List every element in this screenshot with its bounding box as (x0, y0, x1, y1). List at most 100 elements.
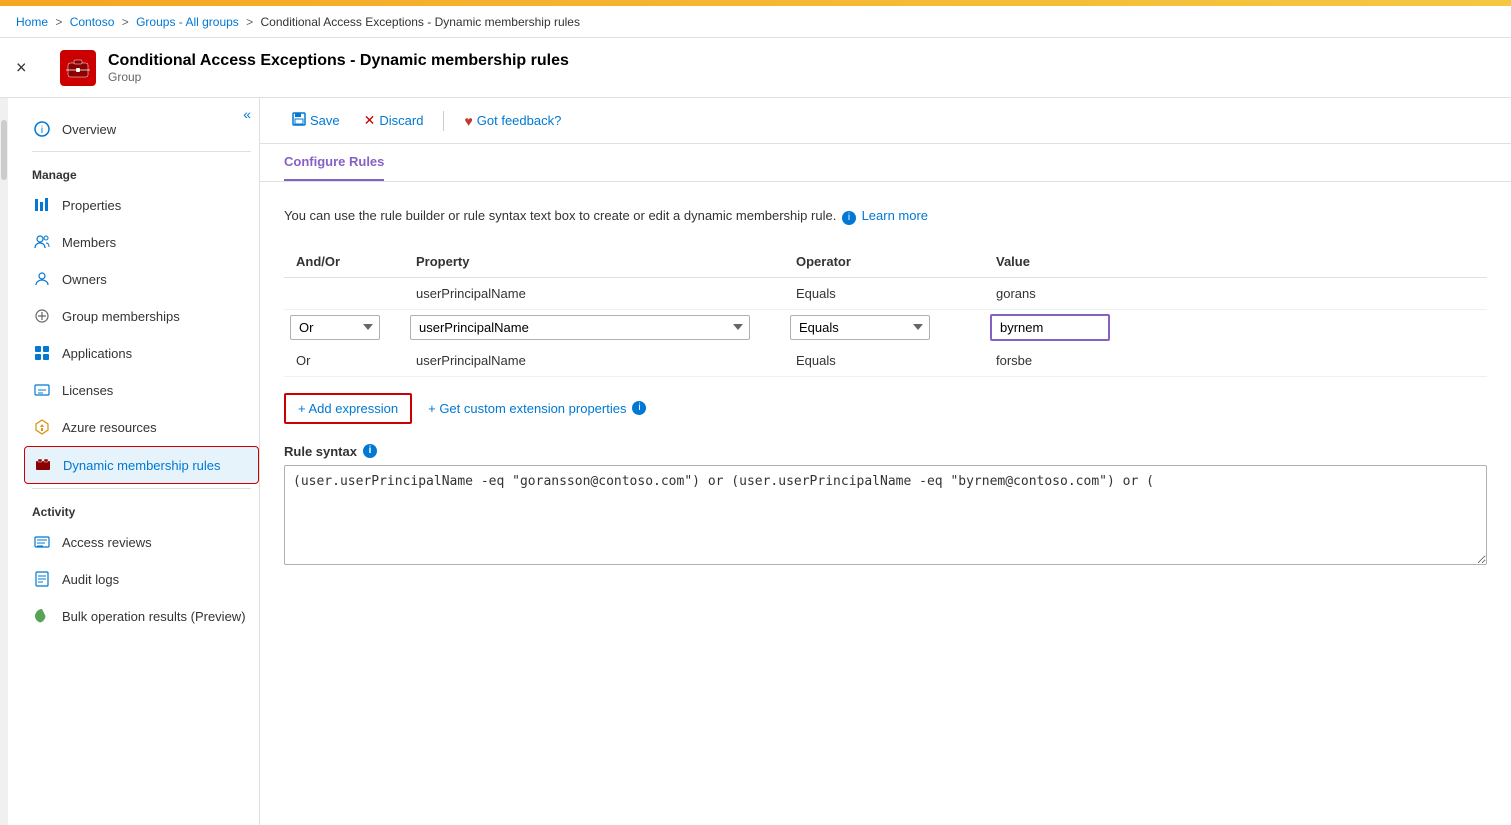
discard-label: Discard (379, 113, 423, 128)
breadcrumb-home[interactable]: Home (16, 15, 48, 29)
close-button[interactable]: × (16, 57, 27, 78)
sidebar-item-label: Access reviews (62, 535, 152, 550)
learn-more-link[interactable]: Learn more (862, 208, 928, 223)
rule-syntax-info-icon: i (363, 444, 377, 458)
content-panel: Save ✕ Discard ♥ Got feedback? Configure… (260, 98, 1511, 825)
toolbar-divider (443, 111, 444, 131)
col-property: Property (404, 246, 784, 278)
toolbar: Save ✕ Discard ♥ Got feedback? (260, 98, 1511, 144)
sidebar-item-label: Audit logs (62, 572, 119, 587)
sidebar-item-label: Owners (62, 272, 107, 287)
andor-select[interactable]: Or And (290, 315, 380, 340)
applications-icon (32, 343, 52, 363)
breadcrumb-sep-3: > (243, 15, 257, 29)
info-icon: i (842, 211, 856, 225)
overview-icon: i (32, 119, 52, 139)
sidebar-item-owners[interactable]: Owners (24, 261, 259, 297)
row1-value: gorans (984, 277, 1487, 309)
azure-resources-icon (32, 417, 52, 437)
sidebar-item-applications[interactable]: Applications (24, 335, 259, 371)
breadcrumb-contoso[interactable]: Contoso (70, 15, 115, 29)
access-reviews-icon (32, 532, 52, 552)
save-icon (292, 112, 306, 129)
sidebar-item-label: Group memberships (62, 309, 180, 324)
sidebar-item-label: Licenses (62, 383, 113, 398)
row3-operator: Equals (784, 345, 984, 377)
sidebar-item-label: Properties (62, 198, 121, 213)
sidebar-item-group-memberships[interactable]: Group memberships (24, 298, 259, 334)
sidebar-item-members[interactable]: Members (24, 224, 259, 260)
sidebar-item-bulk-ops[interactable]: Bulk operation results (Preview) (24, 598, 259, 634)
dynamic-rules-icon (33, 455, 53, 475)
sidebar-divider-2 (32, 488, 251, 489)
header: × Conditional Access Exceptions - Dynami… (0, 38, 1511, 98)
sidebar-item-azure-resources[interactable]: Azure resources (24, 409, 259, 445)
sidebar-item-label: Dynamic membership rules (63, 458, 221, 473)
feedback-label: Got feedback? (477, 113, 562, 128)
row2-operator-cell: Equals Not Equals Contains (784, 309, 984, 345)
owners-icon (32, 269, 52, 289)
breadcrumb-current: Conditional Access Exceptions - Dynamic … (261, 15, 580, 29)
header-icon (60, 50, 96, 86)
description-text: You can use the rule builder or rule syn… (284, 208, 836, 223)
activity-section-header: Activity (24, 493, 259, 523)
get-custom-info-icon: i (632, 401, 646, 415)
page-subtitle: Group (108, 70, 569, 84)
sidebar-item-properties[interactable]: Properties (24, 187, 259, 223)
svg-text:i: i (41, 125, 43, 136)
col-value: Value (984, 246, 1487, 278)
discard-button[interactable]: ✕ Discard (356, 108, 432, 133)
breadcrumb-all-groups[interactable]: Groups - All groups (136, 15, 239, 29)
sidebar-divider-1 (32, 151, 251, 152)
row2-andor-cell: Or And (284, 309, 404, 345)
col-operator: Operator (784, 246, 984, 278)
row3-value: forsbe (984, 345, 1487, 377)
rule-syntax-label: Rule syntax i (284, 444, 1487, 459)
audit-logs-icon (32, 569, 52, 589)
sidebar-item-licenses[interactable]: Licenses (24, 372, 259, 408)
sidebar-item-overview[interactable]: i Overview (24, 111, 259, 147)
row3-property: userPrincipalName (404, 345, 784, 377)
get-custom-label: + Get custom extension properties (428, 401, 626, 416)
header-text: Conditional Access Exceptions - Dynamic … (108, 52, 569, 84)
scrollbar[interactable] (0, 98, 8, 825)
property-select[interactable]: userPrincipalName (410, 315, 750, 340)
row2-property-cell: userPrincipalName (404, 309, 784, 345)
breadcrumb: Home > Contoso > Groups - All groups > C… (0, 6, 1511, 38)
get-custom-properties-button[interactable]: + Get custom extension properties i (428, 401, 648, 416)
sidebar-nav: « i Overview Manage Properties (0, 102, 259, 643)
value-input[interactable] (990, 314, 1110, 341)
main-layout: « i Overview Manage Properties (0, 98, 1511, 825)
col-andor: And/Or (284, 246, 404, 278)
members-icon (32, 232, 52, 252)
operator-select[interactable]: Equals Not Equals Contains (790, 315, 930, 340)
row3-andor: Or (284, 345, 404, 377)
sidebar-item-label: Overview (62, 122, 116, 137)
sidebar-item-label: Bulk operation results (Preview) (62, 609, 246, 624)
sidebar-item-audit-logs[interactable]: Audit logs (24, 561, 259, 597)
row2-value-cell (984, 309, 1487, 345)
row1-operator: Equals (784, 277, 984, 309)
sidebar-item-dynamic-rules[interactable]: Dynamic membership rules (24, 446, 259, 484)
sidebar: « i Overview Manage Properties (0, 98, 260, 825)
rule-syntax-textarea[interactable] (284, 465, 1487, 565)
page-title: Conditional Access Exceptions - Dynamic … (108, 52, 569, 70)
briefcase-icon (66, 58, 90, 78)
tab-configure-rules[interactable]: Configure Rules (284, 144, 384, 181)
row1-property: userPrincipalName (404, 277, 784, 309)
table-row: Or userPrincipalName Equals forsbe (284, 345, 1487, 377)
rule-syntax-section: Rule syntax i (284, 444, 1487, 568)
add-expression-button[interactable]: + Add expression (284, 393, 412, 424)
breadcrumb-sep-1: > (52, 15, 66, 29)
bulk-ops-icon (32, 606, 52, 626)
sidebar-item-access-reviews[interactable]: Access reviews (24, 524, 259, 560)
row1-andor (284, 277, 404, 309)
table-header-row: And/Or Property Operator Value (284, 246, 1487, 278)
sidebar-collapse-button[interactable]: « (243, 106, 251, 122)
save-button[interactable]: Save (284, 108, 348, 133)
sidebar-item-label: Applications (62, 346, 132, 361)
sidebar-item-label: Azure resources (62, 420, 157, 435)
description-row: You can use the rule builder or rule syn… (284, 206, 1487, 226)
feedback-button[interactable]: ♥ Got feedback? (456, 109, 569, 133)
table-row: userPrincipalName Equals gorans (284, 277, 1487, 309)
